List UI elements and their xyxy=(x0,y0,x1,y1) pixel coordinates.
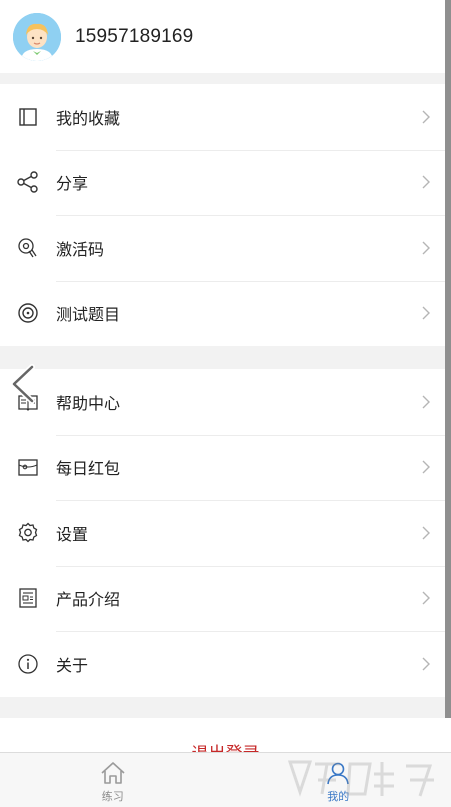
menu-item-favorites[interactable]: 我的收藏 xyxy=(0,84,445,150)
phone-number: 15957189169 xyxy=(75,25,194,47)
menu-item-share[interactable]: 分享 xyxy=(0,149,445,216)
gear-icon xyxy=(17,522,39,544)
chevron-right-icon xyxy=(422,175,430,189)
menu-item-label: 分享 xyxy=(56,174,89,194)
share-icon xyxy=(17,171,39,193)
menu-group-2: 帮助中心 每日红包 设置 产品介绍 关于 xyxy=(0,369,445,697)
menu-item-label: 帮助中心 xyxy=(56,393,121,413)
menu-group-1: 我的收藏 分享 激活码 测试题目 xyxy=(0,84,445,346)
menu-item-label: 激活码 xyxy=(56,239,105,259)
chevron-right-icon xyxy=(422,110,430,124)
chevron-right-icon xyxy=(422,395,430,409)
menu-item-label: 关于 xyxy=(56,655,89,675)
profile-header[interactable]: 15957189169 xyxy=(0,0,445,73)
chevron-right-icon xyxy=(422,591,430,605)
product-icon xyxy=(17,587,39,609)
menu-item-daily-red-packet[interactable]: 每日红包 xyxy=(0,434,445,501)
menu-item-label: 我的收藏 xyxy=(56,108,121,128)
bookmark-icon xyxy=(17,106,39,128)
watermark-logo-icon xyxy=(287,760,434,797)
tab-label: 练习 xyxy=(101,790,124,803)
logout-button[interactable]: 退出登录 xyxy=(0,718,451,752)
tab-practice[interactable]: 练习 xyxy=(0,753,226,807)
menu-item-label: 每日红包 xyxy=(56,459,121,479)
menu-item-activation-code[interactable]: 激活码 xyxy=(0,215,445,281)
scrollbar[interactable] xyxy=(445,0,451,718)
home-icon xyxy=(101,762,125,784)
menu-item-test-questions[interactable]: 测试题目 xyxy=(0,280,445,347)
activation-icon xyxy=(17,237,39,259)
menu-item-label: 产品介绍 xyxy=(56,590,121,610)
chevron-right-icon xyxy=(422,460,430,474)
chevron-right-icon xyxy=(422,526,430,540)
back-arrow-icon[interactable] xyxy=(8,364,42,404)
avatar-illustration-icon xyxy=(13,12,61,61)
menu-item-label: 设置 xyxy=(56,524,89,544)
logout-label: 退出登录 xyxy=(0,739,451,752)
menu-item-settings[interactable]: 设置 xyxy=(0,500,445,566)
chevron-right-icon xyxy=(422,306,430,320)
menu-item-help-center[interactable]: 帮助中心 xyxy=(0,369,445,435)
test-icon xyxy=(17,302,39,324)
chevron-right-icon xyxy=(422,241,430,255)
menu-item-label: 测试题目 xyxy=(56,305,121,325)
info-icon xyxy=(17,653,39,675)
menu-item-product-intro[interactable]: 产品介绍 xyxy=(0,565,445,632)
avatar[interactable] xyxy=(13,12,61,61)
red-packet-icon xyxy=(17,456,39,478)
menu-item-about[interactable]: 关于 xyxy=(0,631,445,697)
chevron-right-icon xyxy=(422,657,430,671)
